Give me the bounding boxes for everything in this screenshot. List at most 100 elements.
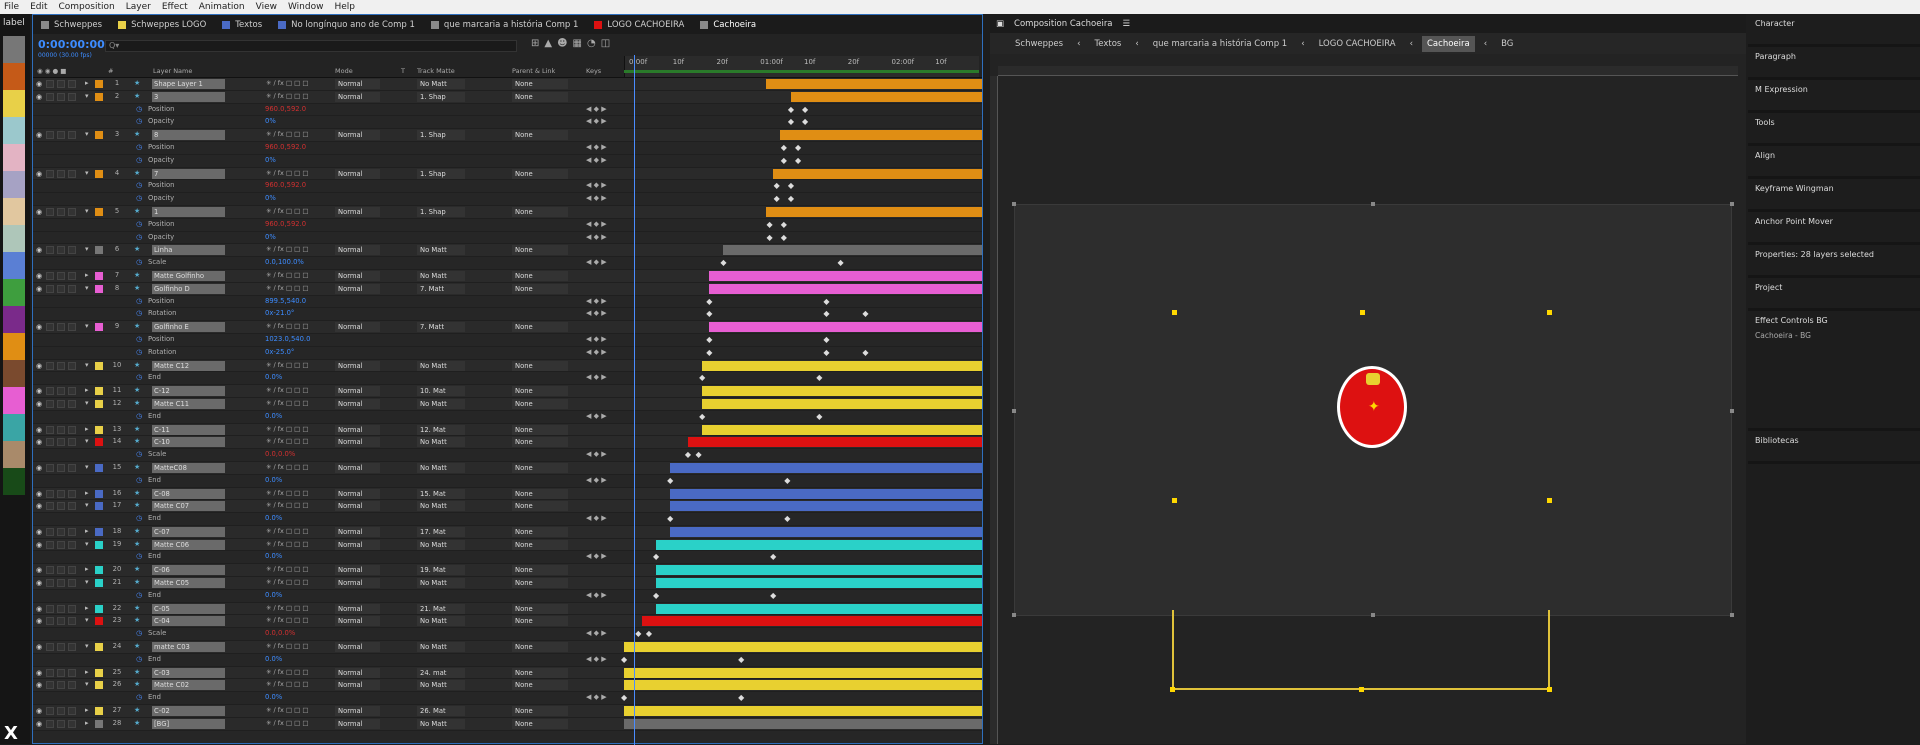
keyframe-icon[interactable]: ◆ [788,117,794,126]
label-color-swatch[interactable] [95,399,103,408]
switch-box[interactable] [57,681,65,690]
layer-switches[interactable]: ✳ ∕ fx □ □ □ [266,668,309,676]
keyframe-icon[interactable]: ◆ [795,143,801,152]
blend-mode-select[interactable]: Normal [335,462,380,473]
track-matte-select[interactable]: 1. Shap [417,206,465,217]
layer-duration-bar[interactable] [655,603,982,614]
switch-box[interactable] [57,323,65,332]
label-color-swatch[interactable] [95,284,103,293]
switch-box[interactable] [57,361,65,370]
parent-select[interactable]: None [512,206,568,217]
stopwatch-icon[interactable]: ◷ [136,220,142,228]
stopwatch-icon[interactable]: ◷ [136,655,142,663]
bounds-handle[interactable] [1730,202,1734,206]
time-ruler[interactable]: 0:00f 10f 20f 01:00f 10f 20f 02:00f 10f [624,56,979,77]
parent-select[interactable]: None [512,437,568,448]
switch-box[interactable] [68,502,76,511]
layer-row[interactable]: ◉ ▾ 15 ★ MatteC08 ✳ ∕ fx □ □ □ Normal No Matt No… [33,461,982,475]
switch-box[interactable] [57,246,65,255]
layer-switches[interactable]: ✳ ∕ fx □ □ □ [266,719,309,727]
collapse-chevron-icon[interactable]: ▾ [85,92,89,100]
draft-3d-icon[interactable]: ▲ [544,38,552,49]
keyframe-icon[interactable]: ◆ [706,348,712,357]
selection-handle[interactable] [1172,310,1177,315]
label-color-swatch[interactable] [95,707,103,716]
layer-duration-bar[interactable] [624,718,982,729]
keyframe-icon[interactable]: ◆ [653,552,659,561]
layer-duration-bar[interactable] [780,130,982,141]
visibility-eye-icon[interactable]: ◉ [36,323,44,331]
keyframe-icon[interactable]: ◆ [767,233,773,242]
property-value[interactable]: 0.0% [265,655,282,663]
bounds-handle[interactable] [1012,409,1016,413]
layer-switches[interactable]: ✳ ∕ fx □ □ □ [266,578,309,586]
layer-search-input[interactable]: Q▾ [105,40,517,52]
keyframe-icon[interactable]: ◆ [788,105,794,114]
stopwatch-icon[interactable]: ◷ [136,194,142,202]
layer-row[interactable]: ◉ ▾ 21 ★ Matte C05 ✳ ∕ fx □ □ □ Normal No Matt N… [33,577,982,590]
keyframe-navigator[interactable]: ◀ ◆ ▶ [586,476,607,484]
track-matte-select[interactable]: No Matt [417,539,465,550]
switch-box[interactable] [46,643,54,652]
expand-chevron-icon[interactable]: ▸ [85,719,89,727]
switch-box[interactable] [57,719,65,728]
layer-row[interactable]: ◉ ▸ 18 ★ C-07 ✳ ∕ fx □ □ □ Normal 17. Mat None [33,525,982,539]
label-color-swatch[interactable] [95,604,103,613]
layer-switches[interactable]: ✳ ∕ fx □ □ □ [266,92,309,100]
keyframe-navigator[interactable]: ◀ ◆ ▶ [586,514,607,522]
expand-chevron-icon[interactable]: ▸ [85,565,89,573]
lock-icon[interactable]: ▣ [996,19,1004,29]
keyframe-icon[interactable]: ◆ [767,220,773,229]
blend-mode-select[interactable]: Normal [335,283,380,294]
selection-handle[interactable] [1360,310,1365,315]
property-value[interactable]: 0.0% [265,514,282,522]
layer-name[interactable]: Shape Layer 1 [152,79,225,89]
track-matte-select[interactable]: 1. Shap [417,130,465,141]
layer-switches[interactable]: ✳ ∕ fx □ □ □ [266,604,309,612]
switch-box[interactable] [46,681,54,690]
switch-box[interactable] [57,579,65,588]
label-swatch[interactable] [3,171,25,198]
stopwatch-icon[interactable]: ◷ [136,348,142,356]
property-row[interactable]: ◷ Opacity 0% ◀ ◆ ▶ ◆ ◆ [33,193,982,206]
stopwatch-icon[interactable]: ◷ [136,297,142,305]
property-row[interactable]: ◷ Scale 0.0,0.0% ◀ ◆ ▶ ◆ ◆ [33,628,982,642]
layer-switches[interactable]: ✳ ∕ fx □ □ □ [266,284,309,292]
layer-row[interactable]: ◉ ▾ 26 ★ Matte C02 ✳ ∕ fx □ □ □ Normal No Matt N… [33,679,982,693]
property-row[interactable]: ◷ Position 960.0,592.0 ◀ ◆ ▶ ◆ ◆ [33,103,982,117]
switch-box[interactable] [46,399,54,408]
layer-switches[interactable]: ✳ ∕ fx □ □ □ [266,322,309,330]
switch-box[interactable] [57,566,65,575]
parent-select[interactable]: None [512,91,568,102]
shy-icon[interactable]: ☻ [557,38,567,49]
property-row[interactable]: ◷ Opacity 0% ◀ ◆ ▶ ◆ ◆ [33,231,982,245]
layer-row[interactable]: ◉ ▸ 11 ★ C-12 ✳ ∕ fx □ □ □ Normal 10. Mat None [33,385,982,398]
keyframe-icon[interactable]: ◆ [738,655,744,664]
keyframe-icon[interactable]: ◆ [646,629,652,638]
keyframe-navigator[interactable]: ◀ ◆ ▶ [586,194,607,202]
layer-duration-bar[interactable] [773,168,982,179]
blend-mode-select[interactable]: Normal [335,603,380,614]
switch-box[interactable] [57,463,65,472]
layer-name[interactable]: Golfinho E [152,322,225,333]
keyframe-icon[interactable]: ◆ [653,591,659,600]
blend-mode-select[interactable]: Normal [335,206,380,217]
layer-duration-bar[interactable] [655,565,982,576]
label-swatch[interactable] [3,306,25,333]
keyframe-navigator[interactable]: ◀ ◆ ▶ [586,412,607,420]
switch-box[interactable] [57,489,65,498]
keyframe-icon[interactable]: ◆ [795,156,801,165]
switch-box[interactable] [46,246,54,255]
keyframe-icon[interactable]: ◆ [667,476,673,485]
parent-select[interactable]: None [512,130,568,141]
visibility-eye-icon[interactable]: ◉ [36,707,44,715]
layer-duration-bar[interactable] [624,706,982,717]
expand-chevron-icon[interactable]: ▸ [85,527,89,535]
track-matte-select[interactable]: No Matt [417,578,465,589]
visibility-eye-icon[interactable]: ◉ [36,131,44,139]
switch-box[interactable] [68,719,76,728]
layer-duration-bar[interactable] [655,539,982,550]
bounds-handle[interactable] [1730,613,1734,617]
property-value[interactable]: 0.0% [265,693,282,701]
layer-row[interactable]: ◉ ▸ 7 ★ Matte Golfinho ✳ ∕ fx □ □ □ Normal No M… [33,269,982,283]
